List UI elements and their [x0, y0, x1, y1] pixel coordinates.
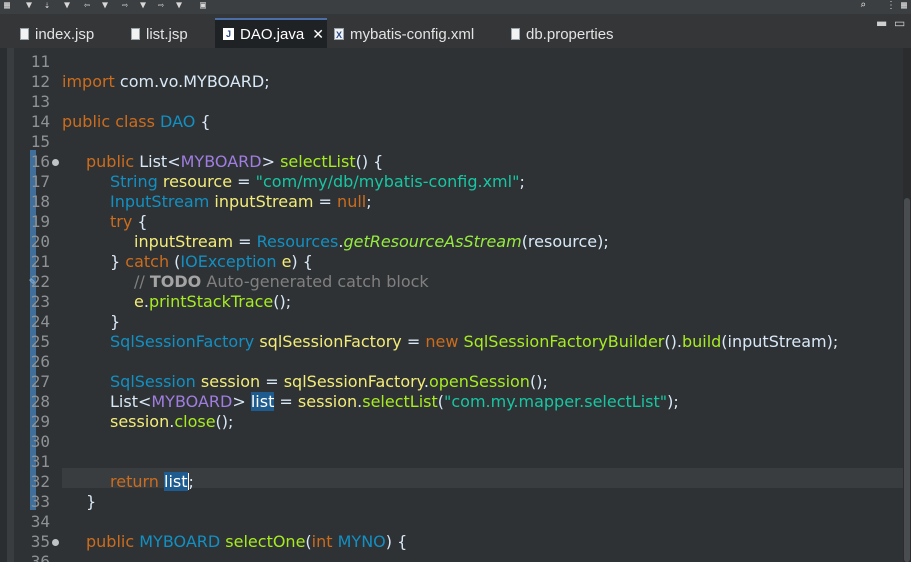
code-line-24: } [110, 312, 121, 331]
line-number: 21 [30, 252, 50, 271]
editor-tab-bar: index.jsp list.jsp J DAO.java ✕ X mybati… [0, 14, 911, 48]
java-file-icon: J [223, 28, 234, 40]
toolbar: ▦ ▼ ⇣ ▼ ⇦ ▼ ⇨ ▼ ⇨ ▼ ▣ ⌕ ⋮ ▦ [0, 0, 911, 14]
code-line-35: public MYBOARD selectOne(int MYNO) { [86, 532, 408, 551]
line-number: 17 [30, 172, 50, 191]
forward-arrow-icon[interactable]: ⇨ [118, 0, 132, 11]
occurrence-highlight: list [250, 392, 275, 411]
fold-toggle-icon[interactable] [52, 159, 59, 166]
code-line-22: // TODO Auto-generated catch block [134, 272, 429, 291]
line-number: 33 [30, 492, 50, 511]
overview-ruler-left [0, 48, 7, 562]
fold-toggle-icon[interactable] [52, 539, 59, 546]
line-number: 30 [30, 432, 50, 451]
line-number: 36 [30, 552, 50, 562]
line-number: 26 [30, 352, 50, 371]
perspective-icon[interactable]: ⋮ [884, 0, 898, 11]
code-line-19: try { [110, 212, 148, 231]
tab-label: DAO.java [240, 25, 305, 43]
line-number: 14 [30, 112, 50, 131]
dropdown-arrow-icon[interactable]: ▼ [60, 0, 74, 11]
code-line-14: public class DAO { [62, 112, 211, 131]
maximize-icon[interactable]: ▭ [894, 16, 905, 30]
code-line-27: SqlSession session = sqlSessionFactory.o… [110, 372, 548, 391]
tab-db-properties[interactable]: db.properties [511, 20, 614, 48]
code-line-28: List<MYBOARD> list = session.selectList(… [110, 392, 679, 411]
minimize-icon[interactable]: ▬ [876, 16, 887, 30]
line-number: 11 [30, 52, 50, 71]
code-line-29: session.close(); [110, 412, 234, 431]
perspective-switch-icon[interactable]: ▦ [897, 0, 911, 11]
line-number: 32 [30, 472, 50, 491]
jsp-file-icon [20, 28, 29, 40]
line-number: 29 [30, 412, 50, 431]
line-number: 12 [30, 72, 50, 91]
dropdown-arrow-icon[interactable]: ▼ [136, 0, 150, 11]
line-number: 20 [30, 232, 50, 251]
search-icon[interactable]: ⌕ [856, 0, 870, 11]
tab-index-jsp[interactable]: index.jsp [20, 20, 94, 48]
code-line-20: inputStream = Resources.getResourceAsStr… [134, 232, 609, 251]
code-line-17: String resource = "com/my/db/mybatis-con… [110, 172, 525, 191]
code-line-21: } catch (IOException e) { [110, 252, 313, 271]
tab-dao-java[interactable]: J DAO.java ✕ [215, 18, 327, 48]
line-number: 34 [30, 512, 50, 531]
dropdown-arrow-icon[interactable]: ▼ [172, 0, 186, 11]
dropdown-arrow-icon[interactable]: ▼ [98, 0, 112, 11]
forward-arrow-icon[interactable]: ⇨ [154, 0, 168, 11]
code-line-12: import com.vo.MYBOARD; [62, 72, 270, 91]
properties-file-icon [511, 28, 520, 40]
line-number: 23 [30, 292, 50, 311]
tab-label: mybatis-config.xml [350, 25, 475, 43]
code-line-32: return list; [110, 472, 194, 491]
line-number: 16 [30, 152, 50, 171]
back-arrow-icon[interactable]: ⇦ [80, 0, 94, 11]
line-number: 13 [30, 92, 50, 111]
occurrence-highlight: list [164, 472, 188, 491]
next-annotation-icon[interactable]: ⇣ [40, 0, 54, 11]
xml-file-icon: X [334, 28, 344, 40]
line-number: 35 [30, 532, 50, 551]
toolbar-icon[interactable]: ▦ [0, 0, 14, 11]
line-number: 15 [30, 132, 50, 151]
open-task-icon[interactable]: ▣ [196, 0, 210, 11]
line-number-gutter: 11 12 13 14 15 16 17 18 19 20 21 ✎ 22 23… [14, 48, 62, 562]
tab-mybatis-config-xml[interactable]: X mybatis-config.xml [334, 20, 474, 48]
tab-label: list.jsp [146, 25, 188, 43]
jsp-file-icon [131, 28, 140, 40]
line-number: 25 [30, 332, 50, 351]
code-line-33: } [86, 492, 97, 511]
tab-label: db.properties [526, 25, 614, 43]
line-number: 22 [30, 272, 50, 291]
vertical-scrollbar[interactable] [903, 48, 911, 562]
tab-list-jsp[interactable]: list.jsp [131, 20, 188, 48]
code-line-23: e.printStackTrace(); [134, 292, 292, 311]
line-number: 19 [30, 212, 50, 231]
code-line-25: SqlSessionFactory sqlSessionFactory = ne… [110, 332, 839, 351]
line-number: 24 [30, 312, 50, 331]
line-number: 27 [30, 372, 50, 391]
code-line-16: public List<MYBOARD> selectList() { [86, 152, 384, 171]
scrollbar-thumb[interactable] [904, 198, 910, 562]
close-icon[interactable]: ✕ [312, 26, 324, 43]
line-number: 28 [30, 392, 50, 411]
line-number: 18 [30, 192, 50, 211]
code-line-18: InputStream inputStream = null; [110, 192, 372, 211]
tab-label: index.jsp [35, 25, 95, 43]
dropdown-arrow-icon[interactable]: ▼ [22, 0, 36, 11]
line-number: 31 [30, 452, 50, 471]
eclipse-editor-window: ▦ ▼ ⇣ ▼ ⇦ ▼ ⇨ ▼ ⇨ ▼ ▣ ⌕ ⋮ ▦ index.jsp li… [0, 0, 911, 562]
